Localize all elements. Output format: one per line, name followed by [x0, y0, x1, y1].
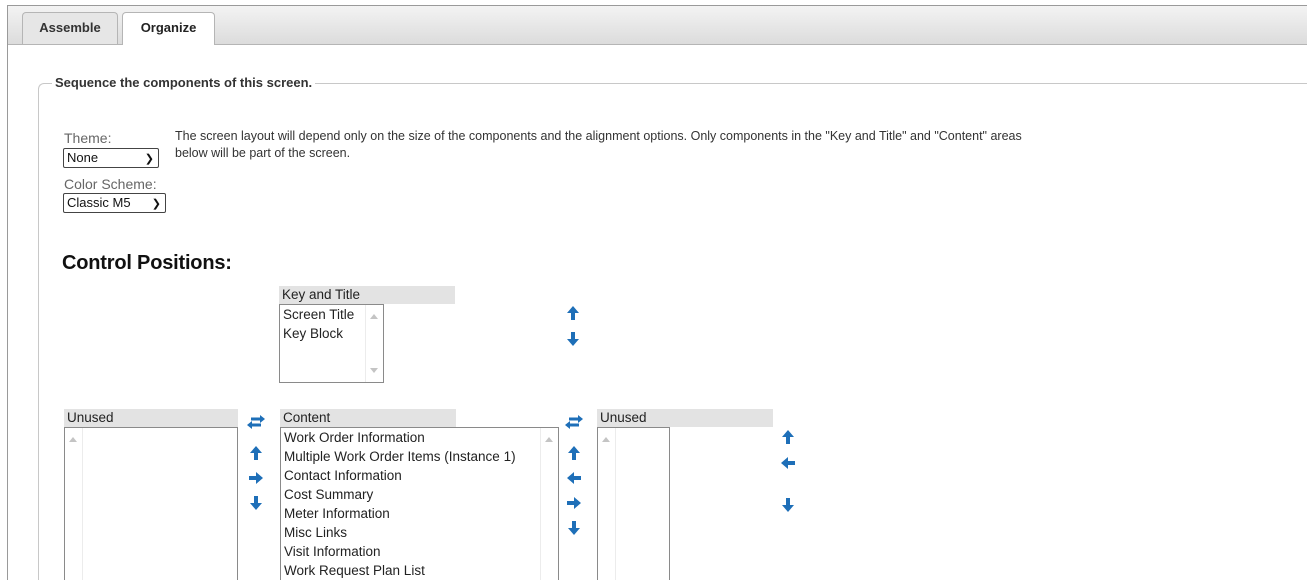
list-item[interactable]: Meter Information [284, 504, 516, 523]
swap-icon[interactable] [564, 414, 584, 430]
scrollbar[interactable] [598, 428, 616, 580]
list-item[interactable]: Cost Summary [284, 485, 516, 504]
scrollbar[interactable] [65, 428, 83, 580]
key-and-title-header: Key and Title [279, 286, 455, 304]
tab-bar: Assemble Organize [8, 6, 1307, 45]
list-item[interactable]: Screen Title [283, 305, 354, 324]
arrow-right-icon[interactable] [566, 495, 582, 511]
left-unused-header: Unused [64, 409, 238, 427]
theme-select[interactable]: None ❯ [63, 148, 159, 168]
scrollbar[interactable] [540, 428, 558, 580]
right-unused-list[interactable] [597, 427, 670, 580]
list-item[interactable]: Work Order Information [284, 428, 516, 447]
color-scheme-select[interactable]: Classic M5 ❯ [63, 193, 166, 213]
arrow-right-icon[interactable] [248, 470, 264, 486]
theme-value: None [67, 150, 99, 165]
tab-assemble[interactable]: Assemble [22, 12, 118, 44]
content-list[interactable]: Work Order Information Multiple Work Ord… [280, 427, 559, 580]
arrow-up-icon[interactable] [566, 445, 582, 461]
color-scheme-label: Color Scheme: [64, 176, 157, 192]
arrow-up-icon[interactable] [780, 429, 796, 445]
layout-description: The screen layout will depend only on th… [175, 129, 1022, 160]
list-item[interactable]: Misc Links [284, 523, 516, 542]
tab-organize[interactable]: Organize [122, 12, 215, 45]
arrow-down-icon[interactable] [566, 520, 582, 536]
key-and-title-list[interactable]: Screen Title Key Block [279, 304, 384, 383]
color-scheme-value: Classic M5 [67, 195, 131, 210]
arrow-down-icon[interactable] [565, 331, 581, 347]
list-item[interactable]: Multiple Work Order Items (Instance 1) [284, 447, 516, 466]
arrow-up-icon[interactable] [248, 445, 264, 461]
scrollbar[interactable] [365, 305, 383, 382]
list-item[interactable]: Visit Information [284, 542, 516, 561]
arrow-down-icon[interactable] [248, 495, 264, 511]
theme-label: Theme: [64, 130, 112, 146]
chevron-down-icon: ❯ [151, 198, 161, 210]
chevron-down-icon: ❯ [144, 153, 154, 165]
left-unused-list[interactable] [64, 427, 238, 580]
swap-icon[interactable] [246, 414, 266, 430]
list-item[interactable]: Contact Information [284, 466, 516, 485]
content-header: Content [280, 409, 456, 427]
control-positions-heading: Control Positions: [62, 252, 232, 274]
fieldset-legend: Sequence the components of this screen. [52, 75, 316, 90]
arrow-up-icon[interactable] [565, 305, 581, 321]
list-item[interactable]: Work Request Plan List [284, 561, 516, 580]
arrow-down-icon[interactable] [780, 497, 796, 513]
right-unused-header: Unused [597, 409, 773, 427]
arrow-left-icon[interactable] [566, 470, 582, 486]
arrow-left-icon[interactable] [780, 455, 796, 471]
list-item[interactable]: Key Block [283, 324, 354, 343]
